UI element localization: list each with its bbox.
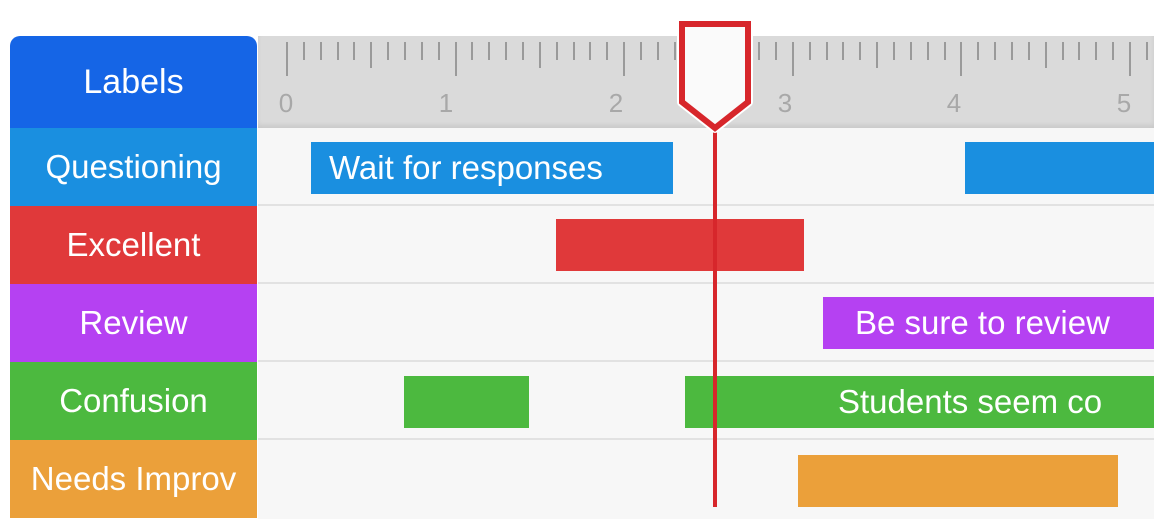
ruler-tick [1010, 42, 1013, 60]
ruler-tick [488, 42, 491, 60]
ruler-tick [1095, 42, 1098, 60]
playhead-handle[interactable] [676, 18, 754, 136]
ruler-tick [774, 42, 777, 60]
ruler-tick [892, 42, 895, 60]
ruler-number: 4 [946, 88, 962, 118]
row-label-questioning[interactable]: Questioning [10, 128, 257, 206]
ruler-tick [302, 42, 305, 60]
ruler-number: 5 [1116, 88, 1132, 118]
ruler-tick [572, 42, 575, 60]
ruler-tick [960, 42, 963, 76]
row-label-excellent[interactable]: Excellent [10, 206, 257, 284]
ruler-number: 0 [278, 88, 294, 118]
ruler-tick [1044, 42, 1047, 68]
timeline-clip-needs-improvement[interactable] [798, 455, 1118, 507]
ruler-tick [1078, 42, 1081, 60]
ruler-tick [640, 42, 643, 60]
ruler-tick [758, 42, 761, 60]
row-divider [258, 204, 1154, 206]
row-divider [258, 360, 1154, 362]
ruler-tick [1145, 42, 1148, 60]
ruler-number: 1 [438, 88, 454, 118]
ruler-tick [842, 42, 845, 60]
ruler-tick [1061, 42, 1064, 60]
ruler-tick [589, 42, 592, 60]
ruler-tick [926, 42, 929, 60]
playhead-line[interactable] [713, 126, 717, 507]
ruler-tick [555, 42, 558, 60]
ruler-tick [791, 42, 794, 76]
ruler-tick [336, 42, 339, 60]
ruler-tick [370, 42, 373, 68]
ruler-tick [943, 42, 946, 60]
ruler-tick [623, 42, 626, 76]
ruler-tick [437, 42, 440, 60]
ruler-tick [994, 42, 997, 60]
row-label-confusion[interactable]: Confusion [10, 362, 257, 440]
ruler-tick [387, 42, 390, 60]
timeline-clip-excellent[interactable] [556, 219, 804, 271]
timeline-clip-confusion[interactable]: Students seem co [685, 376, 1154, 428]
ruler-tick [319, 42, 322, 60]
row-label-review[interactable]: Review [10, 284, 257, 362]
ruler-tick [606, 42, 609, 60]
ruler-tick [471, 42, 474, 60]
row-divider [258, 438, 1154, 440]
ruler-tick [808, 42, 811, 60]
labels-header: Labels [10, 36, 257, 128]
ruler-tick [656, 42, 659, 60]
ruler-tick [353, 42, 356, 60]
ruler-tick [404, 42, 407, 60]
ruler-tick [1112, 42, 1115, 60]
row-divider [258, 282, 1154, 284]
timeline-clip-questioning[interactable] [965, 142, 1154, 194]
timeline-clip-confusion[interactable] [404, 376, 529, 428]
ruler-tick [825, 42, 828, 60]
ruler-tick [909, 42, 912, 60]
timeline-editor: Labels Questioning Excellent Review Conf… [0, 0, 1154, 519]
ruler-tick [876, 42, 879, 68]
ruler-tick [522, 42, 525, 60]
timeline-clip-questioning[interactable]: Wait for responses [311, 142, 673, 194]
timeline-clip-review[interactable]: Be sure to review [823, 297, 1154, 349]
ruler-tick [420, 42, 423, 60]
ruler-tick [505, 42, 508, 60]
ruler-tick [286, 42, 288, 76]
ruler-tick [1027, 42, 1030, 60]
ruler-tick [538, 42, 541, 68]
ruler-tick [859, 42, 862, 60]
row-label-needs-improvement[interactable]: Needs Improv [10, 440, 257, 518]
ruler-tick [1129, 42, 1131, 76]
ruler-tick [454, 42, 457, 76]
ruler-number: 2 [608, 88, 624, 118]
ruler-tick [977, 42, 980, 60]
ruler-number: 3 [777, 88, 793, 118]
timeline-grid[interactable]: Wait for responses Be sure to review Stu… [258, 128, 1154, 519]
